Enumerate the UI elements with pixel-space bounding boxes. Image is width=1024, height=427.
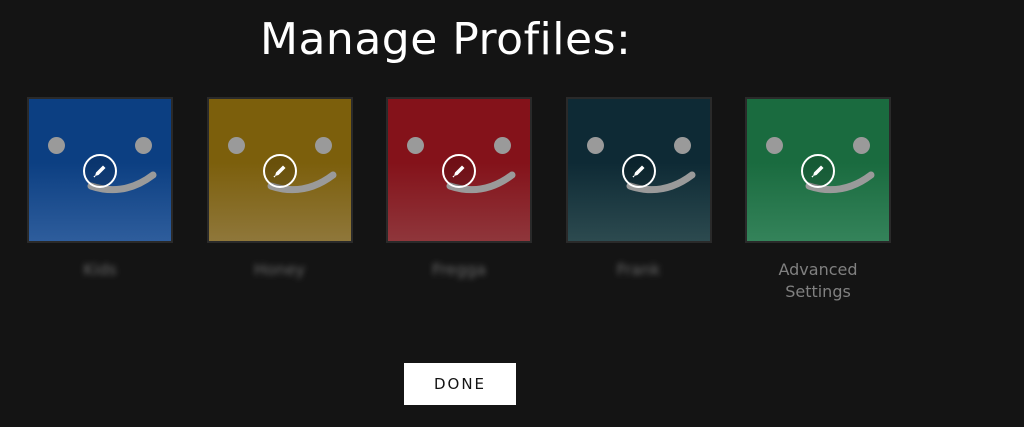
profile-item[interactable]: Frank — [565, 97, 712, 303]
pencil-icon[interactable] — [442, 154, 476, 188]
pencil-icon[interactable] — [801, 154, 835, 188]
profile-avatar[interactable] — [386, 97, 532, 243]
pencil-icon[interactable] — [621, 154, 656, 188]
profile-avatar[interactable] — [27, 97, 173, 243]
manage-profiles-page: Manage Profiles: Kids Honey Fregga Frank… — [0, 0, 1024, 427]
profile-avatar[interactable] — [745, 97, 891, 243]
profile-name: Kids — [83, 260, 117, 279]
profile-name: Frank — [616, 260, 661, 279]
profile-item[interactable]: Kids — [27, 97, 173, 303]
profile-list: Kids Honey Fregga Frank Advanced Setting… — [27, 97, 925, 303]
profile-avatar[interactable] — [565, 97, 712, 243]
profile-avatar[interactable] — [206, 97, 353, 243]
profile-item[interactable]: Fregga — [386, 97, 532, 303]
page-title: Manage Profiles: — [260, 14, 632, 65]
done-button[interactable]: DONE — [404, 363, 516, 405]
profile-item[interactable]: Advanced Settings — [745, 97, 891, 303]
profile-name: Advanced Settings — [778, 260, 858, 301]
pencil-icon[interactable] — [83, 154, 117, 188]
pencil-icon[interactable] — [262, 154, 297, 188]
profile-name: Fregga — [431, 260, 487, 279]
profile-name: Honey — [253, 260, 306, 279]
profile-item[interactable]: Honey — [206, 97, 353, 303]
